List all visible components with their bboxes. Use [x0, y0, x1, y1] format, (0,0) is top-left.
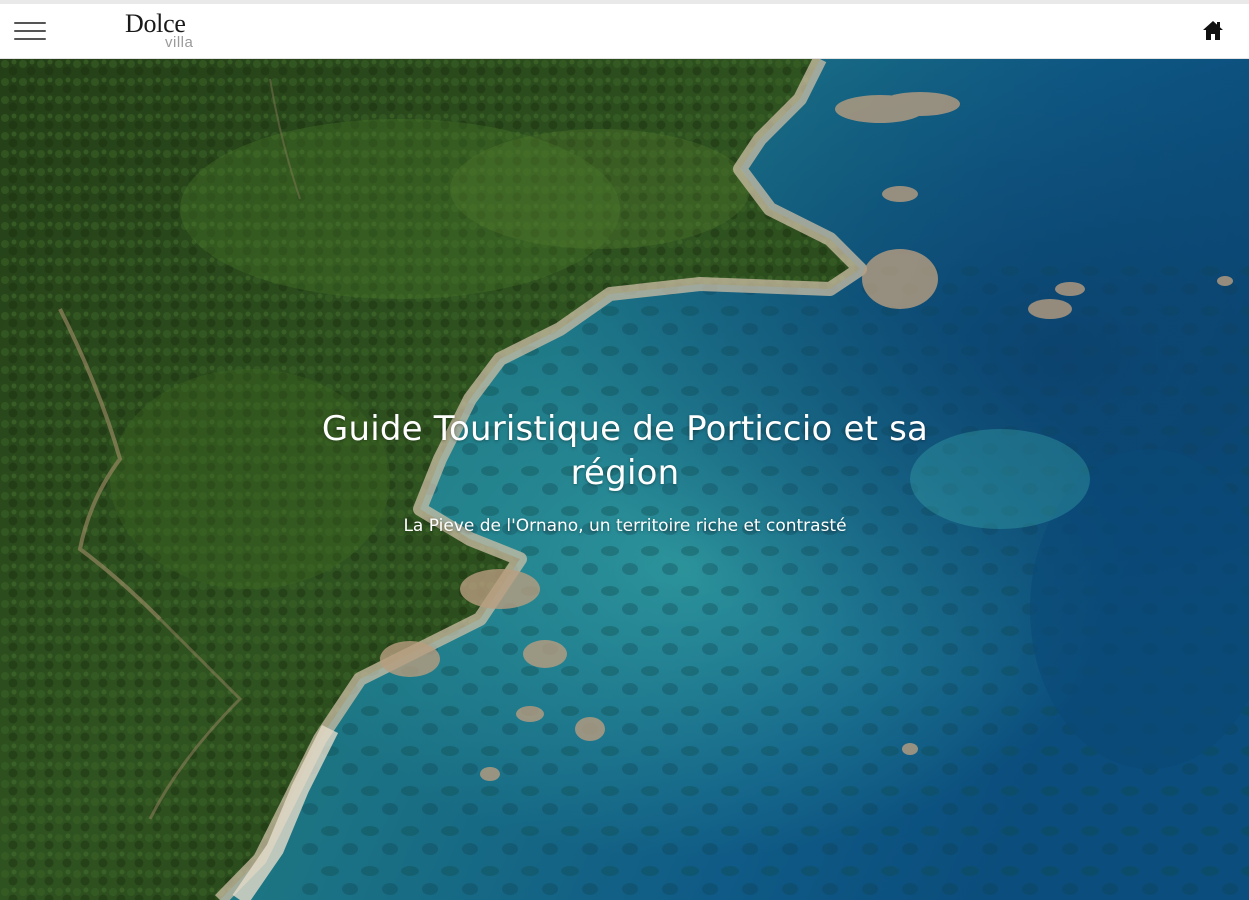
logo-sub-text: villa — [165, 34, 194, 51]
home-icon[interactable] — [1201, 19, 1225, 43]
hero-title: Guide Touristique de Porticcio et sa rég… — [321, 409, 929, 493]
top-bar: Dolce villa — [0, 0, 1249, 59]
dolce-villa-logo[interactable]: Dolce villa — [125, 7, 205, 55]
hamburger-menu-icon[interactable] — [12, 18, 46, 44]
hero-subtitle: La Pieve de l'Ornano, un territoire rich… — [403, 516, 847, 536]
hero-banner: Guide Touristique de Porticcio et sa rég… — [0, 59, 1249, 900]
